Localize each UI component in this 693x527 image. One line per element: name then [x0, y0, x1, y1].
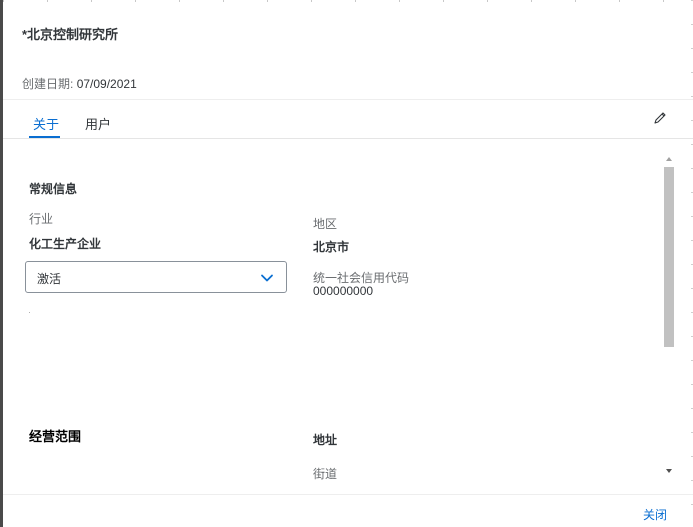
tab-bar-divider	[3, 138, 693, 139]
credit-code-value: 000000000	[313, 284, 374, 298]
created-date-label: 创建日期:	[22, 77, 74, 91]
window-left-border	[0, 0, 3, 527]
footer-divider	[3, 494, 693, 495]
chevron-down-icon	[260, 271, 274, 285]
top-dotted-edge	[3, 0, 693, 2]
decorative-dot	[29, 312, 30, 313]
arrow-up-icon	[666, 157, 672, 161]
scrollbar-thumb[interactable]	[664, 167, 674, 347]
close-button[interactable]: 关闭	[643, 506, 667, 523]
vertical-scrollbar[interactable]	[662, 153, 676, 483]
page-title: *北京控制研究所	[22, 27, 119, 42]
street-label: 街道	[313, 467, 338, 481]
region-label: 地区	[313, 217, 338, 231]
scroll-down-button[interactable]	[662, 465, 676, 477]
section-title-general: 常规信息	[29, 182, 78, 196]
section-title-scope: 经营范围	[29, 429, 82, 444]
scroll-up-button[interactable]	[662, 153, 676, 165]
created-date: 创建日期: 07/09/2021	[22, 75, 137, 92]
industry-value: 化工生产企业	[29, 237, 102, 251]
tab-users[interactable]: 用户	[85, 114, 111, 133]
tab-about[interactable]: 关于	[33, 114, 59, 133]
created-date-value: 07/09/2021	[76, 77, 137, 91]
header-divider	[3, 99, 693, 100]
arrow-down-icon	[666, 469, 672, 473]
section-title-address: 地址	[313, 433, 338, 447]
status-select[interactable]: 激活	[25, 261, 287, 293]
pencil-icon[interactable]	[652, 110, 668, 126]
region-value: 北京市	[313, 240, 350, 254]
status-select-value: 激活	[37, 272, 62, 286]
industry-label: 行业	[29, 212, 54, 226]
